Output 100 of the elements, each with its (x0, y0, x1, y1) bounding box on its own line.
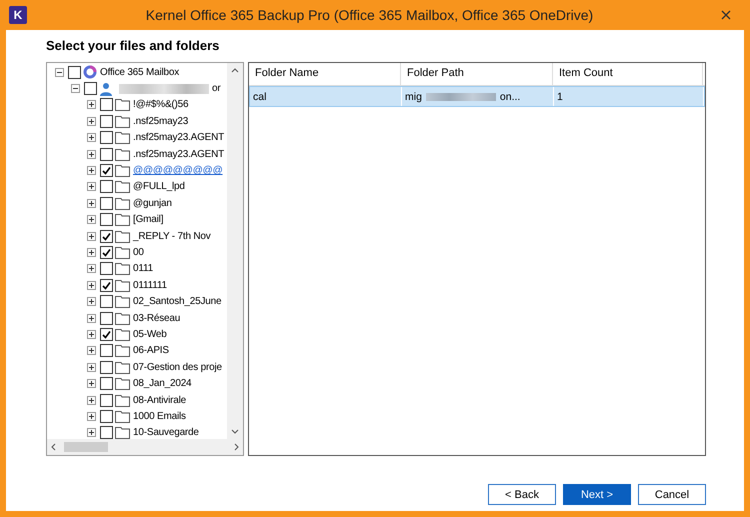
tree-item[interactable]: 08-Antivirale (133, 394, 186, 406)
folder-icon (115, 262, 130, 276)
tree-item[interactable]: .nsf25may23.AGENT (133, 132, 224, 144)
tree-item[interactable]: .nsf25may23.AGENT (133, 148, 224, 160)
scroll-up-icon[interactable] (231, 68, 239, 73)
expand-icon[interactable] (87, 396, 96, 404)
app-logo-icon: K (9, 6, 27, 24)
expand-icon[interactable] (87, 314, 96, 323)
horizontal-scrollbar[interactable] (47, 439, 243, 455)
checkbox[interactable] (100, 295, 113, 308)
tree-item[interactable]: [Gmail] (133, 214, 164, 226)
expand-icon[interactable] (87, 412, 96, 421)
tree-item[interactable]: .nsf25may23 (133, 116, 188, 127)
section-heading: Select your files and folders (46, 38, 220, 53)
checkbox[interactable] (100, 377, 113, 390)
checkbox[interactable] (84, 82, 97, 96)
window-title: Kernel Office 365 Backup Pro (Office 365 Mailbox, Office 365 OneDrive) (144, 7, 594, 23)
checkbox[interactable] (68, 66, 81, 79)
user-icon (99, 82, 113, 96)
scroll-down-icon[interactable] (231, 429, 239, 434)
checkbox[interactable] (100, 262, 113, 276)
expand-icon[interactable] (87, 198, 96, 208)
checkbox[interactable] (100, 360, 113, 374)
tree-item[interactable]: 06-APIS (133, 345, 169, 356)
expand-icon[interactable] (87, 330, 96, 339)
expand-icon[interactable] (87, 133, 96, 142)
tree-item[interactable]: _REPLY - 7th Nov (133, 230, 211, 242)
checkbox[interactable] (100, 312, 113, 325)
checkbox[interactable] (100, 148, 113, 161)
checkbox[interactable] (100, 98, 113, 112)
checkbox[interactable] (100, 246, 113, 259)
expand-icon[interactable] (87, 232, 96, 241)
tree-item[interactable]: !@#$%&()56 (133, 99, 188, 110)
checkbox[interactable] (100, 410, 113, 423)
tree-item[interactable]: Office 365 Mailbox (100, 66, 180, 78)
checkbox[interactable] (100, 180, 113, 194)
expand-icon[interactable] (87, 428, 96, 438)
checkbox[interactable] (100, 131, 113, 144)
folder-icon (115, 278, 130, 292)
next-button[interactable]: Next > (563, 484, 631, 505)
tree-item[interactable]: 05-Web (133, 328, 167, 340)
expand-icon[interactable] (87, 297, 96, 306)
expand-icon[interactable] (87, 116, 96, 126)
tree-item[interactable]: 0111111 (133, 280, 167, 291)
tree-item[interactable]: @@@@@@@@@ (133, 165, 223, 176)
close-icon (721, 10, 731, 20)
tree-item[interactable]: 02_Santosh_25June (133, 296, 222, 308)
folder-icon (115, 196, 130, 210)
scroll-right-icon[interactable] (234, 443, 239, 451)
checkbox[interactable] (100, 164, 113, 178)
folder-icon (115, 312, 130, 325)
checkbox[interactable] (100, 328, 113, 341)
column-header[interactable]: Item Count (553, 63, 703, 85)
tree-item[interactable]: 00 (133, 246, 144, 258)
expand-icon[interactable] (87, 379, 96, 388)
tree-item[interactable]: 08_Jan_2024 (133, 378, 192, 390)
checkbox[interactable] (100, 278, 113, 292)
expand-icon[interactable] (87, 166, 96, 176)
checkbox[interactable] (100, 344, 113, 358)
tree-item[interactable]: or (212, 83, 220, 94)
back-button[interactable]: < Back (488, 484, 556, 505)
expand-icon[interactable] (87, 215, 96, 224)
expand-icon[interactable] (87, 346, 96, 356)
folder-icon (115, 377, 130, 390)
folder-icon (115, 213, 130, 226)
scroll-thumb[interactable] (64, 442, 108, 452)
expand-icon[interactable] (87, 150, 96, 159)
expand-icon[interactable] (87, 362, 96, 372)
expand-icon[interactable] (87, 264, 96, 274)
checkbox[interactable] (100, 196, 113, 210)
tree-item[interactable]: 03-Réseau (133, 312, 180, 324)
folder-icon (115, 344, 130, 358)
folder-icon (115, 410, 130, 423)
checkbox[interactable] (100, 394, 113, 406)
collapse-icon[interactable] (71, 84, 80, 94)
office-icon (83, 65, 97, 80)
expand-icon[interactable] (87, 182, 96, 192)
tree-item[interactable]: @gunjan (133, 198, 172, 209)
checkbox[interactable] (100, 114, 113, 128)
expand-icon[interactable] (87, 280, 96, 290)
checkbox[interactable] (100, 213, 113, 226)
checkbox[interactable] (100, 426, 113, 440)
folder-icon (115, 230, 130, 243)
column-header[interactable]: Folder Path (401, 63, 553, 85)
checkbox[interactable] (100, 230, 113, 243)
table-row[interactable]: cal mig on... 1 (249, 86, 705, 107)
folder-icon (115, 98, 130, 112)
collapse-icon[interactable] (55, 68, 64, 77)
expand-icon[interactable] (87, 248, 96, 257)
tree-item[interactable]: 10-Sauvegarde (133, 427, 199, 438)
folder-icon (115, 328, 130, 341)
scroll-left-icon[interactable] (51, 443, 56, 451)
tree-item[interactable]: 0111 (133, 263, 153, 274)
vertical-scrollbar[interactable] (227, 63, 243, 439)
tree-item[interactable]: 07-Gestion des proje (133, 362, 222, 373)
expand-icon[interactable] (87, 100, 96, 110)
column-header[interactable]: Folder Name (249, 63, 401, 85)
tree-item[interactable]: 1000 Emails (133, 410, 186, 422)
tree-item[interactable]: @FULL_lpd (133, 181, 185, 192)
cancel-button[interactable]: Cancel (638, 484, 706, 505)
